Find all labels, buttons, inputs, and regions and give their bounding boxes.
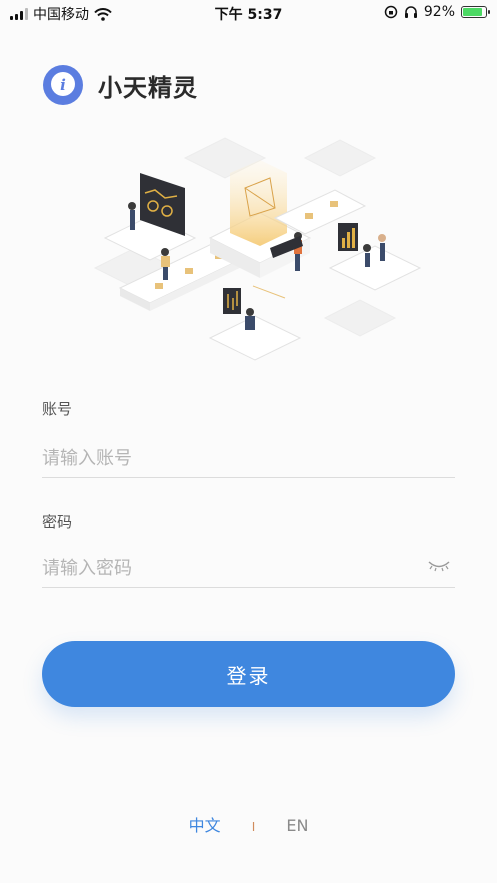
lang-en-option[interactable]: EN xyxy=(286,816,308,835)
language-switcher: 中文 I EN xyxy=(0,812,497,836)
info-logo-icon: i xyxy=(43,65,83,105)
lang-zh-option[interactable]: 中文 xyxy=(189,816,221,835)
svg-text:i: i xyxy=(60,76,66,94)
lang-separator: I xyxy=(251,820,256,834)
account-label: 账号 xyxy=(42,400,73,418)
eye-closed-icon[interactable] xyxy=(427,559,451,573)
status-bar: 中国移动 下午 5:37 92% xyxy=(0,0,497,26)
password-placeholder: 请输入密码 xyxy=(42,558,132,579)
app-brand: i 小天精灵 xyxy=(42,64,198,106)
account-placeholder: 请输入账号 xyxy=(42,448,132,469)
factory-illustration xyxy=(93,137,422,361)
orientation-lock-icon xyxy=(384,5,398,19)
login-button[interactable]: 登录 xyxy=(42,641,455,707)
password-label: 密码 xyxy=(42,513,73,531)
headphones-icon xyxy=(404,6,417,18)
account-input[interactable]: 请输入账号 xyxy=(42,437,455,478)
password-input[interactable]: 请输入密码 xyxy=(42,547,455,588)
app-title: 小天精灵 xyxy=(98,73,198,102)
battery-percent: 92% xyxy=(423,4,455,20)
battery-icon xyxy=(461,6,490,18)
